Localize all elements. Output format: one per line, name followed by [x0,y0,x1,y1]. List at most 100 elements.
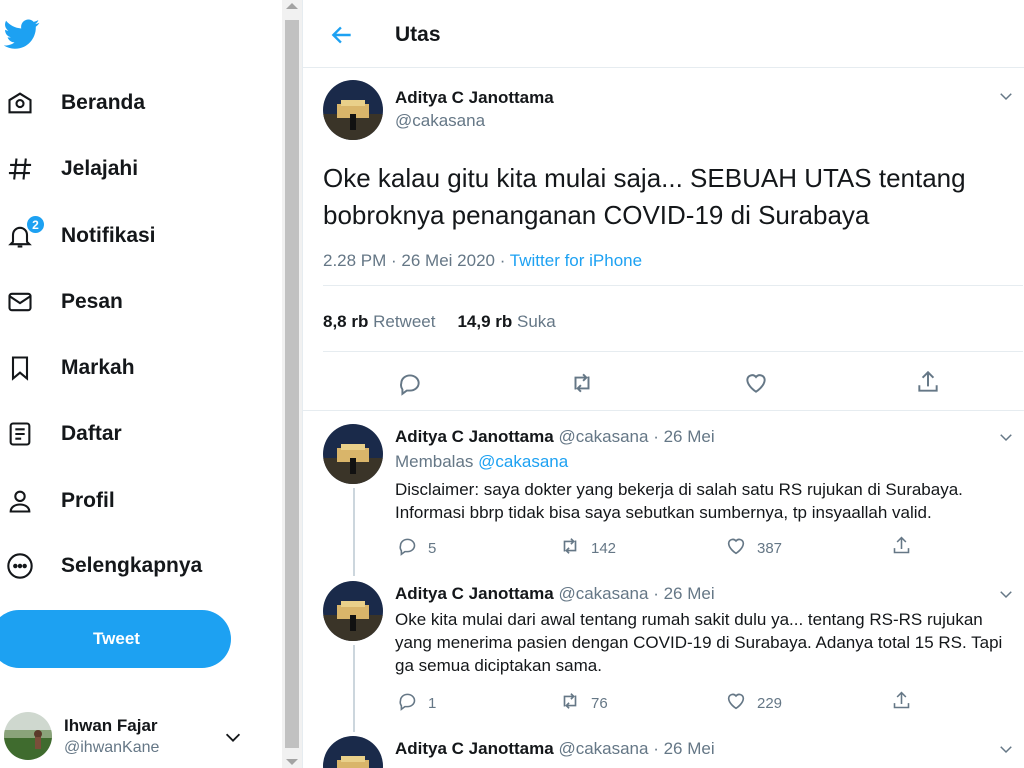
thread-line [353,488,355,576]
share-icon [915,369,941,400]
like-count: 229 [757,695,783,712]
sidebar-item-bookmarks[interactable]: Markah [0,342,200,394]
sidebar-item-label: Profil [61,489,115,512]
chevron-down-icon[interactable] [997,428,1015,446]
retweet-count: 76 [591,695,608,712]
scrollbar[interactable] [282,0,302,768]
replying-to: Membalas @cakasana [395,452,568,472]
tweet-timestamp: 2.28 PM · 26 Mei 2020 · Twitter for iPho… [323,251,642,271]
tweet-source-link[interactable]: Twitter for iPhone [510,251,642,270]
mention-link[interactable]: @cakasana [478,452,568,471]
chevron-down-icon[interactable] [997,87,1015,105]
sidebar-item-label: Daftar [61,422,122,445]
like-count[interactable]: 14,9 rb [457,312,512,331]
retweet-button[interactable] [569,370,595,401]
notification-badge: 2 [26,215,45,234]
retweet-icon [559,690,581,717]
page-title: Utas [395,23,441,46]
sidebar-item-home[interactable]: Beranda [0,77,200,129]
sidebar-item-label: Pesan [61,290,123,313]
scroll-down-arrow-icon[interactable] [286,759,298,765]
replying-prefix: Membalas [395,452,474,471]
avatar[interactable] [323,80,383,140]
tweet-time: 2.28 PM · 26 Mei 2020 · [323,251,510,270]
sidebar-item-profile[interactable]: Profil [0,475,200,527]
tweet-button[interactable]: Tweet [0,610,231,668]
reply-header: Aditya C Janottama @cakasana · 26 Mei [395,427,715,447]
like-button[interactable] [743,370,769,401]
tweet-meta: @cakasana · 26 Mei [558,584,715,603]
tweet-text: Oke kalau gitu kita mulai saja... SEBUAH… [323,163,966,230]
divider [323,351,1023,352]
like-button[interactable]: 229 [725,690,782,717]
divider [323,285,1023,286]
divider [303,410,1024,411]
thread-line [353,645,355,732]
heart-icon [725,690,747,717]
reply-icon [397,535,418,561]
reply-header: Aditya C Janottama @cakasana · 26 Mei [395,584,715,604]
back-arrow-icon[interactable] [329,22,355,53]
retweet-icon [569,370,595,401]
retweet-icon [559,535,581,562]
more-circle-icon [6,552,34,580]
avatar[interactable] [323,424,383,484]
like-label: Suka [517,312,556,331]
account-name: Ihwan Fajar [64,716,158,735]
reply-button[interactable] [397,370,423,401]
tweet-stats: 8,8 rb Retweet 14,9 rb Suka [323,312,556,332]
tweet-meta: @cakasana · 26 Mei [558,739,715,758]
retweet-button[interactable]: 76 [559,690,608,717]
scroll-up-arrow-icon[interactable] [286,3,298,9]
page-header: Utas [303,0,1024,68]
heart-icon [725,535,747,562]
bell-icon: 2 [6,215,45,250]
tweet-author-name[interactable]: Aditya C Janottama [395,739,554,758]
tweet-meta: @cakasana · 26 Mei [558,427,715,446]
tweet-author-name[interactable]: Aditya C Janottama [395,584,554,603]
sidebar-item-messages[interactable]: Pesan [0,276,200,328]
share-button[interactable] [915,369,941,400]
sidebar-item-notifications[interactable]: 2 Notifikasi [0,210,200,262]
account-handle: @ihwanKane [64,739,160,756]
tweet-author-handle[interactable]: @cakasana [395,111,485,131]
share-button[interactable] [891,690,912,716]
tweet-text: Oke kita mulai dari awal tentang rumah s… [395,610,1003,675]
retweet-count[interactable]: 8,8 rb [323,312,368,331]
tweet-text: Disclaimer: saya dokter yang bekerja di … [395,480,963,522]
scroll-thumb[interactable] [285,20,299,748]
reply-button[interactable]: 5 [397,535,436,561]
bookmark-icon [6,354,34,382]
tweet-author-name[interactable]: Aditya C Janottama [395,427,554,446]
sidebar-item-explore[interactable]: Jelajahi [0,143,200,195]
sidebar-item-label: Notifikasi [61,224,156,247]
tweet-author-name[interactable]: Aditya C Janottama [395,88,554,108]
sidebar-item-label: Beranda [61,91,146,114]
retweet-button[interactable]: 142 [559,535,616,562]
person-icon [6,487,34,515]
reply-button[interactable]: 1 [397,690,436,716]
sidebar-item-label: Markah [61,356,135,379]
chevron-down-icon[interactable] [997,740,1015,758]
reply-count: 1 [428,694,437,712]
reply-header: Aditya C Janottama @cakasana · 26 Mei [395,739,715,759]
retweet-label: Retweet [373,312,436,331]
sidebar-item-lists[interactable]: Daftar [0,408,200,460]
chevron-down-icon[interactable] [222,726,244,753]
sidebar-item-label: Jelajahi [61,157,139,180]
avatar[interactable] [323,736,383,768]
chevron-down-icon[interactable] [997,585,1015,603]
hashtag-icon [6,155,34,183]
sidebar-item-label: Selengkapnya [61,554,203,577]
share-button[interactable] [891,535,912,561]
avatar [4,712,52,760]
reply-icon [397,370,423,401]
mail-icon [6,288,34,316]
sidebar-item-more[interactable]: Selengkapnya [0,540,230,592]
retweet-count: 142 [591,540,617,557]
twitter-logo-icon[interactable] [3,16,40,52]
account-switcher[interactable]: Ihwan Fajar @ihwanKane [0,704,260,768]
like-button[interactable]: 387 [725,535,782,562]
reply-icon [397,690,418,716]
avatar[interactable] [323,581,383,641]
